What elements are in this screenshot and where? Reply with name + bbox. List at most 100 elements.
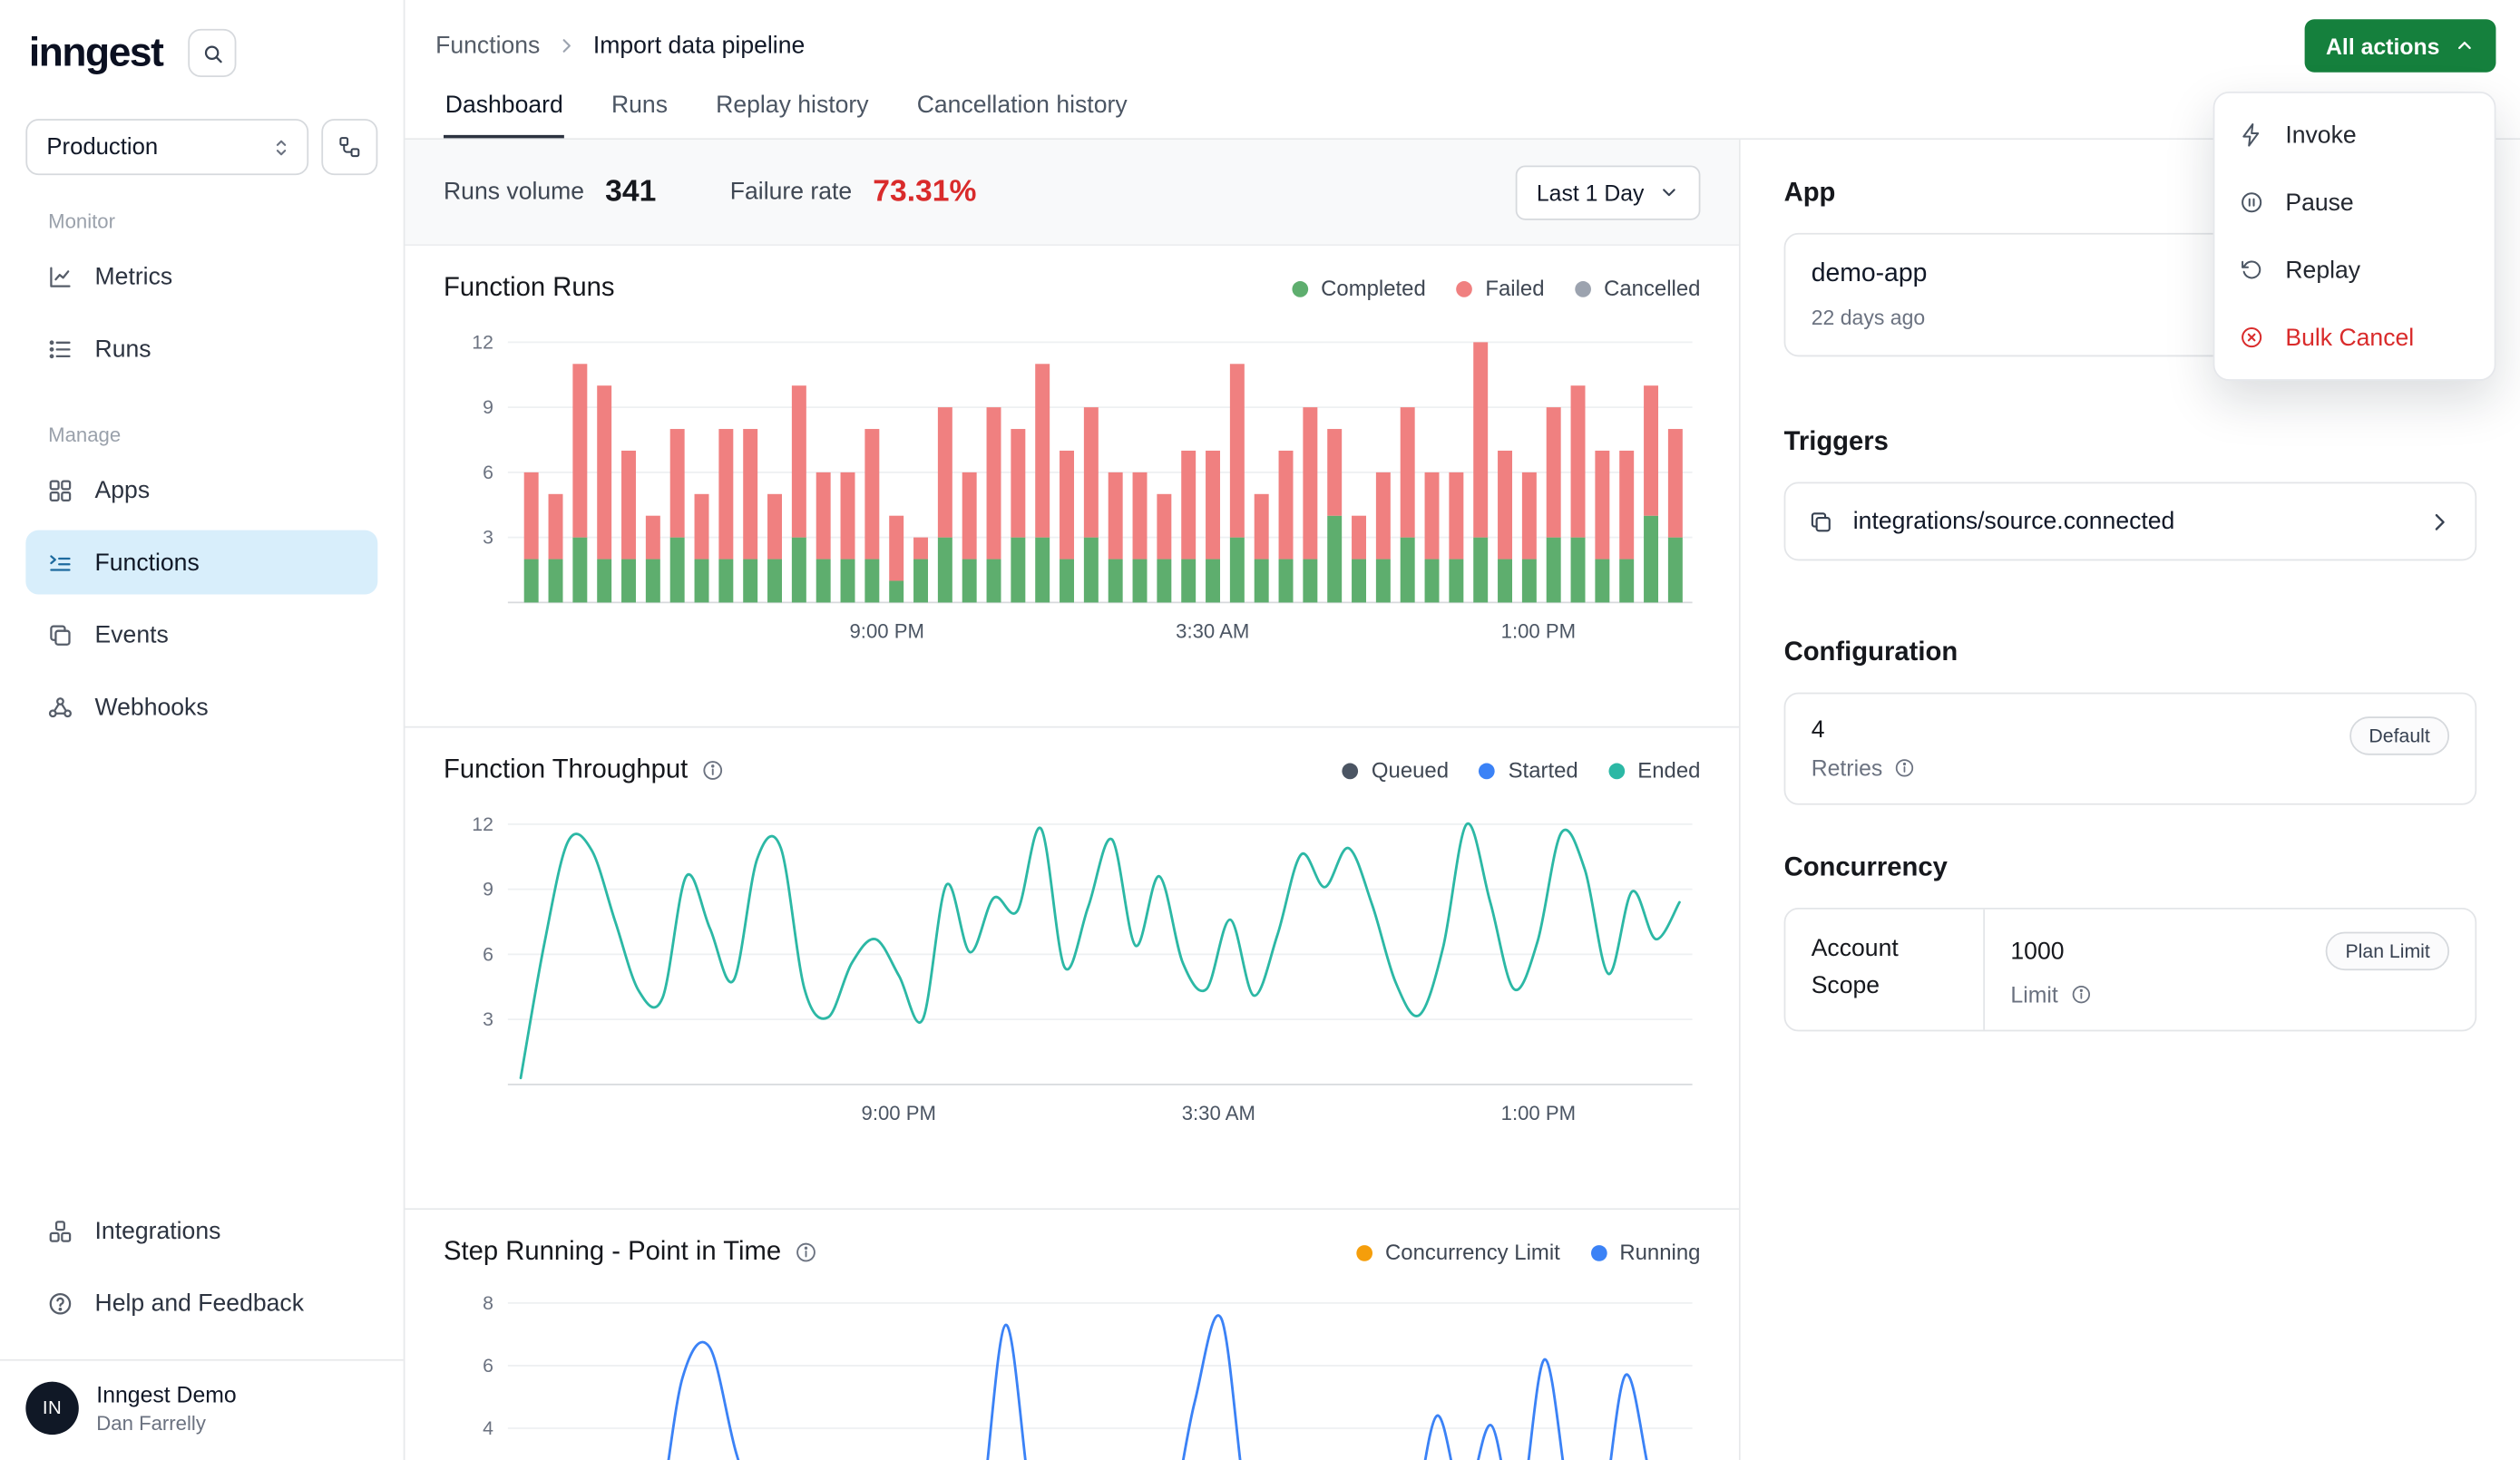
svg-text:6: 6 — [483, 1355, 493, 1377]
sidebar-item-apps[interactable]: Apps — [25, 458, 377, 522]
search-button[interactable] — [189, 29, 237, 77]
content-body: Runs volume 341 Failure rate 73.31% Last… — [405, 140, 2520, 1460]
sidebar-item-runs[interactable]: Runs — [25, 316, 377, 381]
all-actions-button[interactable]: All actions — [2305, 19, 2496, 72]
sidebar-item-label: Runs — [95, 335, 151, 362]
svg-text:8: 8 — [483, 1292, 493, 1314]
tab-dashboard[interactable]: Dashboard — [444, 92, 565, 138]
environment-row: Production — [25, 119, 377, 175]
sidebar-section-monitor-label: Monitor — [25, 210, 377, 233]
menu-item-replay[interactable]: Replay — [2214, 236, 2494, 303]
function-runs-legend: Completed Failed Cancelled — [1292, 277, 1700, 301]
configuration-heading: Configuration — [1784, 638, 2477, 668]
date-range-select[interactable]: Last 1 Day — [1516, 165, 1701, 219]
function-throughput-title: Function Throughput — [444, 755, 688, 786]
queued-dot — [1343, 763, 1359, 779]
cancelled-dot — [1575, 280, 1591, 297]
runs-volume-value: 341 — [605, 174, 656, 209]
menu-item-pause[interactable]: Pause — [2214, 169, 2494, 236]
ended-dot — [1608, 763, 1625, 779]
function-runs-chart: 369129:00 PM3:30 AM1:00 PM — [444, 323, 1702, 664]
avatar: IN — [25, 1382, 78, 1435]
sidebar-item-webhooks[interactable]: Webhooks — [25, 675, 377, 739]
legend-label: Ended — [1637, 758, 1700, 783]
legend-label: Started — [1509, 758, 1578, 783]
menu-item-label: Bulk Cancel — [2285, 324, 2414, 351]
info-icon[interactable] — [2069, 983, 2092, 1006]
sidebar-item-events[interactable]: Events — [25, 602, 377, 667]
user-menu[interactable]: IN Inngest Demo Dan Farrelly — [0, 1359, 404, 1460]
breadcrumb-functions-link[interactable]: Functions — [435, 32, 540, 59]
events-icon — [46, 621, 73, 648]
event-trigger-icon — [1808, 509, 1833, 534]
failure-rate-value: 73.31% — [873, 174, 976, 209]
svg-text:4: 4 — [483, 1417, 493, 1439]
environment-select[interactable]: Production — [25, 119, 308, 175]
runs-icon — [46, 335, 73, 362]
svg-text:9:00 PM: 9:00 PM — [862, 1102, 936, 1124]
function-throughput-section: Function Throughput Queued Started Ended… — [405, 728, 1739, 1211]
function-runs-title: Function Runs — [444, 273, 614, 304]
cancel-circle-icon — [2239, 325, 2264, 350]
environment-settings-button[interactable] — [321, 119, 377, 175]
svg-text:1:00 PM: 1:00 PM — [1501, 1102, 1576, 1124]
functions-icon — [46, 549, 73, 576]
menu-item-bulk-cancel[interactable]: Bulk Cancel — [2214, 304, 2494, 371]
retries-value: 4 — [1812, 716, 1917, 744]
app-root: inngest Production Monitor Metrics Runs … — [0, 0, 2520, 1460]
legend-queued: Queued — [1343, 758, 1449, 783]
sidebar-item-integrations[interactable]: Integrations — [25, 1199, 377, 1263]
info-icon[interactable] — [794, 1241, 818, 1265]
failure-rate-stat: Failure rate 73.31% — [730, 174, 977, 209]
tab-replay-history[interactable]: Replay history — [714, 92, 870, 138]
failed-dot — [1456, 280, 1472, 297]
user-subtitle: Dan Farrelly — [96, 1412, 236, 1435]
sidebar-item-label: Functions — [95, 549, 200, 576]
legend-label: Completed — [1321, 277, 1426, 301]
plan-limit-badge: Plan Limit — [2326, 932, 2449, 971]
sidebar-item-label: Help and Feedback — [95, 1290, 304, 1317]
legend-running: Running — [1590, 1241, 1700, 1265]
runs-volume-label: Runs volume — [444, 179, 584, 206]
webhooks-icon — [46, 693, 73, 720]
all-actions-label: All actions — [2326, 33, 2439, 58]
sidebar-item-help[interactable]: Help and Feedback — [25, 1270, 377, 1335]
triggers-heading: Triggers — [1784, 427, 2477, 458]
info-icon[interactable] — [700, 758, 725, 783]
menu-item-invoke[interactable]: Invoke — [2214, 102, 2494, 169]
step-running-section: Step Running - Point in Time Concurrency… — [405, 1210, 1739, 1460]
concurrency-limit-value: 1000 — [2010, 938, 2064, 965]
tab-runs[interactable]: Runs — [610, 92, 669, 138]
replay-icon — [2239, 257, 2264, 282]
integrations-icon — [46, 1217, 73, 1244]
sidebar-item-label: Events — [95, 621, 169, 648]
search-icon — [200, 41, 225, 65]
legend-label: Queued — [1372, 758, 1449, 783]
step-running-title: Step Running - Point in Time — [444, 1237, 781, 1268]
topbar: Functions Import data pipeline All actio… — [405, 0, 2520, 92]
user-name: Inngest Demo — [96, 1382, 236, 1407]
trigger-card[interactable]: integrations/source.connected — [1784, 482, 2477, 561]
sidebar-item-label: Webhooks — [95, 693, 209, 720]
started-dot — [1480, 763, 1496, 779]
concurrency-limit-dot — [1356, 1244, 1372, 1260]
tab-cancellation-history[interactable]: Cancellation history — [915, 92, 1128, 138]
svg-text:3:30 AM: 3:30 AM — [1182, 1102, 1255, 1124]
stats-band: Runs volume 341 Failure rate 73.31% Last… — [405, 140, 1739, 246]
concurrency-scope: Account Scope — [1785, 910, 1985, 1030]
sidebar-item-label: Integrations — [95, 1217, 221, 1244]
all-actions-menu: Invoke Pause Replay Bulk Cancel — [2213, 92, 2496, 381]
charts-column: Runs volume 341 Failure rate 73.31% Last… — [405, 140, 1740, 1460]
breadcrumb: Functions Import data pipeline — [435, 32, 805, 59]
main: Functions Import data pipeline All actio… — [405, 0, 2520, 1460]
sidebar-section-manage-label: Manage — [25, 424, 377, 447]
step-running-legend: Concurrency Limit Running — [1356, 1241, 1700, 1265]
sidebar-spacer — [25, 747, 377, 1199]
legend-started: Started — [1480, 758, 1578, 783]
breadcrumb-current: Import data pipeline — [593, 32, 805, 59]
svg-text:12: 12 — [472, 813, 493, 835]
sidebar-item-functions[interactable]: Functions — [25, 530, 377, 595]
info-icon[interactable] — [1894, 756, 1917, 779]
sidebar-item-metrics[interactable]: Metrics — [25, 244, 377, 308]
sidebar-item-label: Apps — [95, 476, 151, 503]
